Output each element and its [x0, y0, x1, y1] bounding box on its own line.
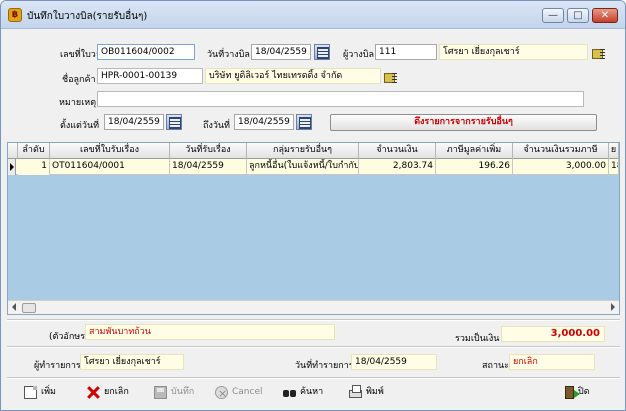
scroll-right-icon[interactable]	[611, 303, 615, 311]
status-badge: ยกเลิก	[509, 354, 595, 370]
creator-field: โศรยา เยี่ยงกุลเชาร์	[80, 354, 184, 370]
cancel-edit-button-label: Cancel	[232, 387, 263, 397]
cell-receipt-no[interactable]: OT011604/0001	[50, 159, 170, 175]
from-date-label: ตั้งแต่วันที่	[60, 121, 100, 131]
created-date-field: 18/04/2559	[351, 354, 437, 370]
col-income-group[interactable]: กลุ่มรายรับอื่นๆ	[247, 143, 359, 159]
bill-no-field[interactable]: OB011604/0002	[97, 44, 195, 60]
customer-lookup-icon[interactable]	[384, 71, 398, 83]
maximize-button[interactable]: □	[567, 8, 589, 23]
to-date-calendar-icon[interactable]	[296, 114, 312, 130]
to-date-field[interactable]: 18/04/2559	[234, 114, 294, 130]
binoculars-icon	[283, 386, 296, 399]
total-label: รวมเป็นเงิน	[455, 334, 500, 344]
bill-date-label: วันที่วางบิล	[207, 50, 250, 60]
cell-vat[interactable]: 196.26	[436, 159, 513, 175]
void-button-label: ยกเลิก	[104, 387, 129, 397]
amount-in-words-label: (ตัวอักษร)	[49, 332, 89, 342]
amount-in-words-field: สามพันบาทถ้วน	[85, 324, 335, 340]
new-button[interactable]: เพิ่ม	[24, 382, 56, 402]
new-document-icon	[24, 385, 37, 399]
search-button-label: ค้นหา	[300, 387, 324, 397]
close-button[interactable]: ✕	[592, 8, 618, 23]
total-field: 3,000.00	[501, 326, 605, 342]
items-grid[interactable]: ลำดับ เลขที่ใบรับเรื่อง วันที่รับเรื่อง …	[7, 142, 620, 315]
col-vat[interactable]: ภาษีมูลค่าเพิ่ม	[436, 143, 513, 159]
cell-receipt-date[interactable]: 18/04/2559	[170, 159, 247, 175]
col-receipt-date[interactable]: วันที่รับเรื่อง	[170, 143, 247, 159]
col-amount[interactable]: จำนวนเงิน	[359, 143, 436, 159]
to-date-label: ถึงวันที่	[203, 121, 230, 131]
note-label: หมายเหตุ	[59, 98, 97, 108]
note-field[interactable]	[97, 91, 584, 107]
exit-door-icon	[565, 385, 580, 399]
current-row-indicator-icon	[8, 159, 16, 175]
search-button[interactable]: ค้นหา	[283, 382, 323, 402]
cell-amount[interactable]: 2,803.74	[359, 159, 436, 175]
print-button[interactable]: พิมพ์	[349, 382, 384, 402]
status-label: สถานะ	[482, 361, 509, 371]
scroll-left-icon[interactable]	[12, 303, 16, 311]
table-row[interactable]: 1 OT011604/0001 18/04/2559 ลูกหนี้อื่น(ใ…	[8, 159, 619, 175]
bill-date-field[interactable]: 18/04/2559	[251, 44, 311, 60]
creator-label: ผู้ทำรายการ	[34, 361, 81, 371]
biller-label: ผู้วางบิล	[343, 50, 375, 60]
col-seq[interactable]: ลำดับ	[18, 143, 50, 159]
bottom-toolbar: เพิ่ม ยกเลิก บันทึก Cancel ค้นหา พิมพ์ ป…	[7, 381, 620, 404]
new-button-label: เพิ่ม	[41, 387, 56, 397]
window-title: บันทึกใบวางบิล(รายรับอื่นๆ)	[27, 11, 148, 22]
application-window: ฿ บันทึกใบวางบิล(รายรับอื่นๆ) — □ ✕ เลขท…	[0, 0, 626, 411]
created-date-label: วันที่ทำรายการ	[295, 361, 354, 371]
grid-header-indicator	[8, 143, 18, 159]
customer-code-field[interactable]: HPR-0001-00139	[97, 68, 203, 84]
fetch-items-button[interactable]: ดึงรายการจากรายรับอื่นๆ	[330, 114, 597, 131]
cell-total-amount[interactable]: 3,000.00	[513, 159, 609, 175]
divider	[7, 319, 620, 321]
toolbar-divider	[7, 377, 620, 379]
save-button-label: บันทึก	[171, 387, 195, 397]
print-button-label: พิมพ์	[366, 387, 384, 397]
save-button[interactable]: บันทึก	[154, 382, 194, 402]
cell-seq[interactable]: 1	[18, 159, 50, 175]
floppy-disk-icon	[154, 385, 167, 399]
cell-income-group[interactable]: ลูกหนี้อื่น(ใบแจ้งหนี้/ใบกำกับ	[247, 159, 359, 175]
void-button[interactable]: ยกเลิก	[87, 382, 129, 402]
from-date-field[interactable]: 18/04/2559	[104, 114, 164, 130]
col-extra[interactable]: ย	[609, 143, 619, 159]
form-area: เลขที่ใบวางบิล OB011604/0002 วันที่วางบิ…	[7, 31, 620, 381]
horizontal-scrollbar[interactable]	[8, 300, 619, 314]
minimize-button[interactable]: —	[542, 8, 564, 23]
scroll-thumb[interactable]	[22, 303, 36, 313]
biller-code-field[interactable]: 111	[375, 44, 437, 60]
printer-icon	[349, 385, 362, 398]
bill-date-calendar-icon[interactable]	[314, 44, 330, 60]
cell-extra[interactable]: 18	[609, 159, 619, 175]
red-x-icon	[87, 386, 100, 399]
title-bar[interactable]: ฿ บันทึกใบวางบิล(รายรับอื่นๆ) — □ ✕	[1, 1, 625, 29]
col-receipt-no[interactable]: เลขที่ใบรับเรื่อง	[50, 143, 170, 159]
biller-lookup-icon[interactable]	[592, 47, 606, 59]
col-total-amount[interactable]: จำนวนเงินรวมภาษี	[513, 143, 609, 159]
customer-name-field: บริษัท ยูดิลิเวอร์ ไทยเทรดดิ้ง จำกัด	[205, 68, 381, 84]
divider	[7, 346, 620, 348]
cancel-circle-icon	[215, 384, 228, 404]
grid-header: ลำดับ เลขที่ใบรับเรื่อง วันที่รับเรื่อง …	[8, 143, 619, 159]
exit-button[interactable]: ปิด	[565, 382, 590, 402]
biller-name-field: โศรยา เยี่ยงกุลเชาร์	[439, 44, 588, 60]
customer-label: ชื่อลูกค้า	[62, 75, 96, 85]
app-icon: ฿	[8, 8, 22, 22]
cancel-edit-button[interactable]: Cancel	[215, 382, 263, 404]
from-date-calendar-icon[interactable]	[166, 114, 182, 130]
